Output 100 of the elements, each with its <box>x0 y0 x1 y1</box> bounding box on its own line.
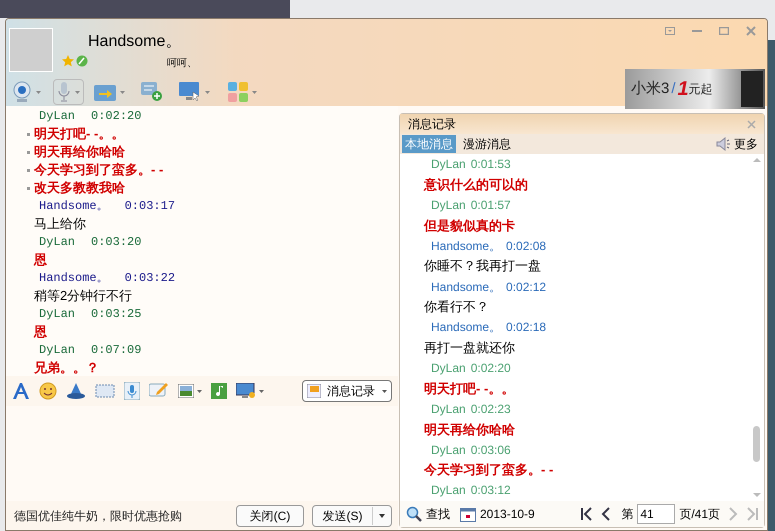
message-time: 0:02:20 <box>470 360 511 378</box>
send-button[interactable]: 发送(S) <box>312 504 392 526</box>
search-button[interactable]: 查找 <box>406 505 450 523</box>
message-text: 今天学习到了蛮多。- - <box>424 461 554 480</box>
ad-text: 小米3 <box>631 78 670 99</box>
page-input[interactable]: 41 <box>637 504 676 524</box>
message-time: 0:02:23 <box>470 400 511 418</box>
sender-name: Handsome。 <box>431 319 502 336</box>
caret-icon <box>205 90 210 94</box>
ad-price: 1 <box>678 77 689 102</box>
caret-icon <box>36 90 41 94</box>
message-time: 0:03:22 <box>124 270 176 287</box>
close-icon <box>746 26 756 36</box>
chat-history-icon <box>307 384 321 398</box>
webcam-icon <box>12 81 32 103</box>
message-text: 明天再给你哈哈 <box>424 420 515 439</box>
sender-name: DyLan <box>431 156 466 174</box>
message-text: 今天学习到了蛮多。- - <box>34 161 164 180</box>
date-button[interactable]: 2013-10-9 <box>460 505 535 523</box>
font-icon[interactable] <box>12 383 30 399</box>
new-chat-button[interactable] <box>141 80 163 104</box>
monitor-icon <box>179 82 201 102</box>
history-button[interactable]: 消息记录 <box>302 380 392 402</box>
star-icon <box>62 55 74 67</box>
wizard-hat-icon[interactable] <box>66 383 86 399</box>
phone-placeholder <box>741 71 763 107</box>
message-time: 0:03:12 <box>470 482 511 500</box>
first-page-icon[interactable] <box>581 507 594 521</box>
sender-name: DyLan <box>431 196 466 214</box>
sender-name: DyLan <box>39 234 76 251</box>
message-text: 马上给你 <box>34 215 86 234</box>
scroll-thumb[interactable] <box>753 426 760 462</box>
ad-link[interactable]: 德国优佳纯牛奶，限时优惠抢购 <box>14 506 182 524</box>
bullet-icon <box>27 132 30 136</box>
message-text: 但是貌似真的卡 <box>424 216 515 235</box>
voice-button[interactable] <box>53 79 84 105</box>
ad-banner[interactable]: 小米3/1元起 <box>625 69 765 109</box>
message-time: 0:01:53 <box>470 156 511 174</box>
calendar-icon <box>460 506 476 522</box>
microphone-icon[interactable] <box>124 382 140 400</box>
caret-icon <box>75 90 80 94</box>
caret-icon <box>259 390 264 392</box>
bullet-icon <box>27 150 30 154</box>
sender-name: DyLan <box>39 108 76 125</box>
sender-name: Handsome。 <box>431 238 502 255</box>
message-text: 你睡不？我再打一盘 <box>424 257 541 276</box>
page-label: 第 <box>621 506 634 523</box>
message-text: 恩 <box>34 323 47 342</box>
message-text: 再打一盘就还你 <box>424 338 515 357</box>
ad-text: 元起 <box>688 81 713 98</box>
history-tab[interactable]: 漫游消息 <box>460 135 514 153</box>
picture-icon <box>178 384 194 398</box>
caret-icon <box>252 90 257 94</box>
monitor-icon <box>236 383 256 399</box>
message-text: 稍等2分钟行不行 <box>34 287 132 306</box>
sender-name: DyLan <box>431 360 466 378</box>
scrollbar[interactable] <box>750 154 764 501</box>
message-time: 0:01:57 <box>470 196 511 214</box>
apps-button[interactable] <box>228 80 257 104</box>
caret-icon <box>120 90 125 94</box>
close-button[interactable]: 关闭(C) <box>236 504 304 526</box>
caret-icon <box>197 390 202 392</box>
screen-button[interactable] <box>236 383 264 399</box>
page-count: 页/41页 <box>679 506 720 523</box>
music-note-icon[interactable] <box>211 383 227 399</box>
ad-text: / <box>671 78 676 99</box>
sender-name: DyLan <box>431 442 466 459</box>
message-text: 意识什么的可以的 <box>424 176 528 194</box>
message-time: 0:03:20 <box>91 234 142 251</box>
image-button[interactable] <box>178 384 202 398</box>
screen-share-button[interactable] <box>179 80 210 104</box>
smiley-icon[interactable] <box>39 382 57 400</box>
contact-signature: 呵呵、 <box>167 57 197 71</box>
microphone-icon <box>57 82 71 102</box>
message-time: 0:03:06 <box>470 442 511 459</box>
caret-icon <box>382 390 387 392</box>
screenshot-icon[interactable] <box>95 384 115 398</box>
next-page-icon[interactable] <box>728 507 738 521</box>
apps-grid-icon <box>228 82 248 102</box>
search-icon <box>406 506 422 522</box>
avatar-placeholder[interactable] <box>9 28 53 72</box>
previous-page-icon[interactable] <box>601 507 612 521</box>
contact-name: Handsome。 <box>88 32 182 52</box>
dropdown-icon <box>664 27 674 35</box>
sender-name: DyLan <box>39 342 76 359</box>
bullet-icon <box>27 168 30 172</box>
last-page-icon[interactable] <box>746 507 758 521</box>
panel-title: 消息记录 <box>408 116 456 133</box>
message-text: 兄弟。。？ <box>34 359 99 376</box>
bullet-icon <box>27 186 30 190</box>
message-time: 0:02:12 <box>506 278 546 296</box>
close-icon[interactable] <box>747 120 756 128</box>
scroll-down-icon <box>753 493 761 497</box>
caret-icon <box>379 514 385 518</box>
sender-name: Handsome。 <box>39 198 109 215</box>
message-text: 明天打吧- -。。 <box>424 380 514 398</box>
message-text: 改天多教教我哈 <box>34 179 125 198</box>
more-button[interactable]: 更多 <box>716 135 758 153</box>
message-text: 恩 <box>34 251 47 270</box>
message-text: 你看行不？ <box>424 298 489 316</box>
